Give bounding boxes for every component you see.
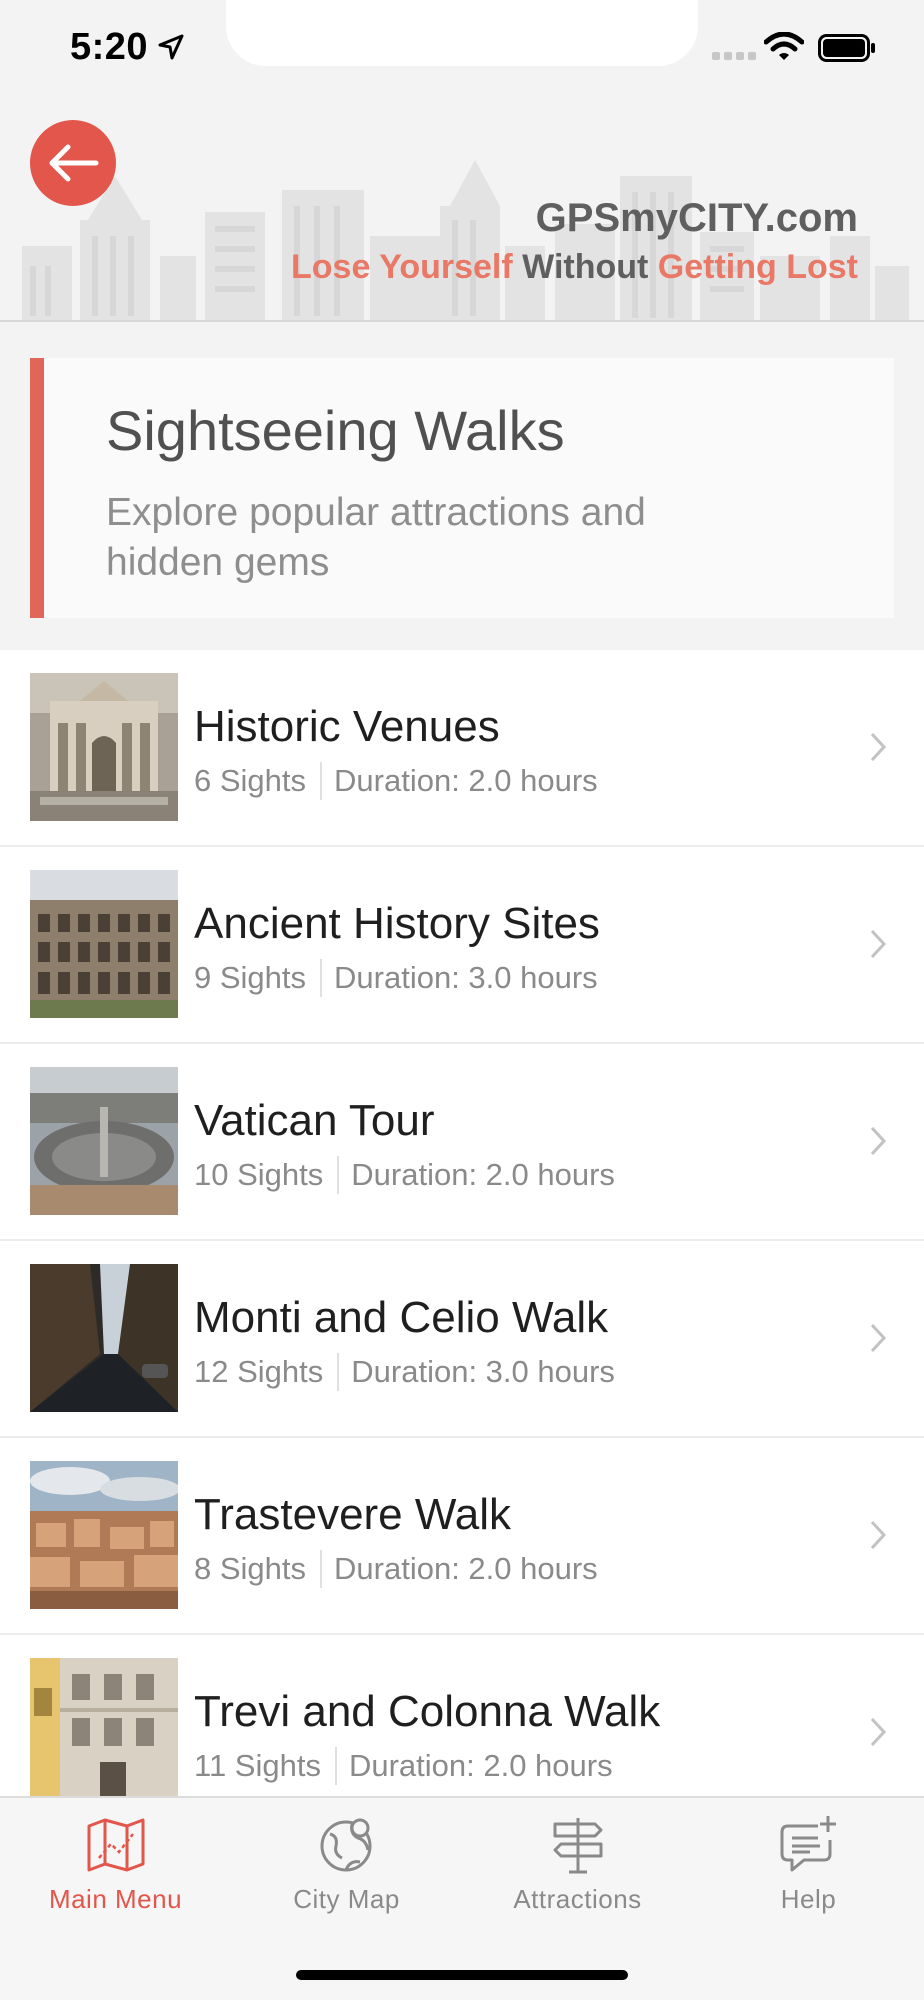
meta-divider	[334, 1747, 337, 1785]
walk-duration: Duration: 2.0 hours	[334, 1551, 598, 1586]
walk-row-trevi-and-colonna-walk[interactable]: Trevi and Colonna Walk 11 Sights Duratio…	[0, 1635, 924, 1796]
walk-sights: 12 Sights	[194, 1354, 324, 1389]
wifi-icon	[764, 32, 804, 60]
walk-meta: 10 Sights Duration: 2.0 hours	[194, 1156, 615, 1194]
chevron-right-icon	[870, 1323, 887, 1353]
arrow-left-icon	[49, 144, 99, 182]
tab-help[interactable]: Help	[693, 1798, 924, 1928]
section-title: Sightseeing Walks	[106, 399, 565, 462]
walk-thumbnail	[30, 1461, 178, 1609]
walk-meta: 8 Sights Duration: 2.0 hours	[194, 1550, 598, 1588]
walk-title: Trevi and Colonna Walk	[194, 1687, 661, 1736]
walk-thumbnail	[30, 1658, 178, 1796]
tab-label: Main Menu	[48, 1884, 183, 1914]
signpost-icon	[553, 1818, 603, 1874]
walk-duration: Duration: 2.0 hours	[348, 1748, 613, 1783]
tab-main-menu[interactable]: Main Menu	[0, 1798, 231, 1928]
walk-thumbnail	[30, 870, 178, 1018]
section-subtitle: Explore popular attractions and hidden g…	[106, 491, 646, 584]
tab-label: City Map	[293, 1884, 400, 1914]
battery-icon	[818, 34, 875, 62]
walk-thumbnail	[30, 1264, 178, 1412]
walk-sights: 8 Sights	[194, 1551, 307, 1586]
location-arrow-icon	[158, 34, 184, 60]
chevron-right-icon	[870, 1126, 887, 1156]
walk-sights: 9 Sights	[194, 960, 307, 995]
walk-thumbnail	[30, 673, 178, 821]
walk-row-ancient-history-sites[interactable]: Ancient History Sites 9 Sights Duration:…	[0, 847, 924, 1044]
walk-meta: 6 Sights Duration: 2.0 hours	[194, 762, 598, 800]
tab-label: Attractions	[513, 1884, 642, 1914]
section-header-card: Sightseeing Walks Explore popular attrac…	[30, 358, 894, 618]
app-header: GPSmyCITY.com Lose Yourself Without Gett…	[0, 96, 924, 322]
brand-name: GPSmyCITY.com	[535, 196, 858, 240]
chevron-right-icon	[870, 1520, 887, 1550]
walk-row-trastevere-walk[interactable]: Trastevere Walk 8 Sights Duration: 2.0 h…	[0, 1438, 924, 1635]
walk-row-vatican-tour[interactable]: Vatican Tour 10 Sights Duration: 2.0 hou…	[0, 1044, 924, 1241]
walk-meta: 9 Sights Duration: 3.0 hours	[194, 959, 598, 997]
tab-label: Help	[780, 1884, 837, 1914]
walk-sights: 10 Sights	[194, 1157, 324, 1192]
walk-thumbnail	[30, 1067, 178, 1215]
walk-title: Ancient History Sites	[194, 899, 600, 948]
back-button[interactable]	[30, 120, 116, 206]
walk-meta: 12 Sights Duration: 3.0 hours	[194, 1353, 615, 1391]
walk-sights: 6 Sights	[194, 763, 307, 798]
chevron-right-icon	[870, 732, 887, 762]
walk-list: Historic Venues 6 Sights Duration: 2.0 h…	[0, 650, 924, 1796]
walk-sights: 11 Sights	[194, 1748, 321, 1783]
tab-city-map[interactable]: City Map	[231, 1798, 462, 1928]
status-time: 5:20	[70, 26, 149, 68]
home-indicator	[296, 1970, 628, 1980]
meta-divider	[337, 1353, 340, 1391]
status-bar: 5:20	[0, 0, 924, 96]
walk-duration: Duration: 2.0 hours	[351, 1157, 615, 1192]
chevron-right-icon	[870, 929, 887, 959]
brand-tagline: Lose Yourself Without Getting Lost	[291, 248, 858, 286]
walk-row-monti-and-celio-walk[interactable]: Monti and Celio Walk 12 Sights Duration:…	[0, 1241, 924, 1438]
walk-duration: Duration: 3.0 hours	[351, 1354, 615, 1389]
chat-plus-icon	[780, 1816, 836, 1872]
meta-divider	[337, 1156, 340, 1194]
map-icon	[87, 1818, 145, 1872]
walk-title: Trastevere Walk	[194, 1490, 512, 1539]
walk-title: Historic Venues	[194, 702, 500, 751]
cellular-signal-icon	[712, 52, 758, 60]
walk-title: Monti and Celio Walk	[194, 1293, 609, 1342]
meta-divider	[320, 959, 323, 997]
tab-attractions[interactable]: Attractions	[462, 1798, 693, 1928]
meta-divider	[320, 1550, 323, 1588]
walk-meta: 11 Sights Duration: 2.0 hours	[194, 1747, 613, 1785]
globe-icon	[320, 1818, 372, 1872]
walk-row-historic-venues[interactable]: Historic Venues 6 Sights Duration: 2.0 h…	[0, 650, 924, 847]
walk-duration: Duration: 3.0 hours	[334, 960, 598, 995]
walk-duration: Duration: 2.0 hours	[334, 763, 598, 798]
notch	[226, 0, 698, 66]
meta-divider	[320, 762, 323, 800]
header-divider	[0, 320, 924, 322]
walk-title: Vatican Tour	[194, 1096, 435, 1145]
chevron-right-icon	[870, 1717, 887, 1747]
